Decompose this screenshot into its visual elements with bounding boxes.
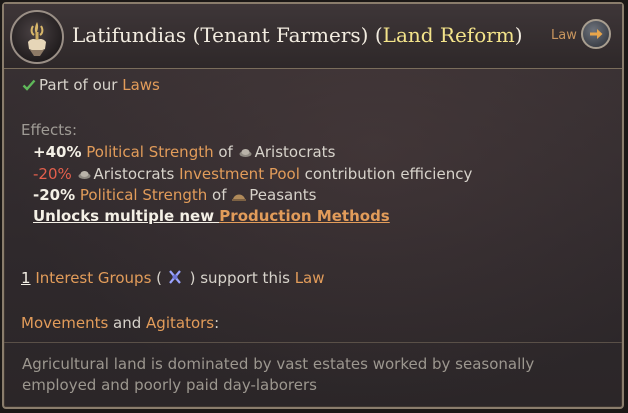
section-divider bbox=[4, 342, 622, 343]
political-strength-link[interactable]: Political Strength bbox=[80, 186, 207, 204]
law-link[interactable]: Law bbox=[295, 269, 325, 287]
support-close: ) support this bbox=[189, 269, 295, 287]
production-methods-link[interactable]: Production Methods bbox=[219, 207, 389, 225]
effect-value: -20% bbox=[33, 186, 76, 204]
effect-text: contribution efficiency bbox=[299, 165, 473, 183]
investment-pool-link[interactable]: Investment Pool bbox=[179, 165, 300, 183]
unlocks-line: Unlocks multiple new Production Methods bbox=[33, 207, 390, 225]
effect-value: -20% bbox=[33, 165, 72, 183]
tooltip-header: Latifundias (Tenant Farmers) (Land Refor… bbox=[4, 4, 622, 69]
support-count: 1 bbox=[21, 269, 31, 287]
arrow-right-icon bbox=[590, 29, 603, 39]
law-status-line: Part of our Laws bbox=[21, 76, 160, 96]
support-open: ( bbox=[151, 269, 163, 287]
effect-text: of bbox=[207, 186, 232, 204]
unlocks-prefix: Unlocks multiple new bbox=[33, 207, 220, 225]
rural-folk-icon[interactable] bbox=[168, 269, 182, 289]
effect-item: -20% Aristocrats Investment Pool contrib… bbox=[33, 165, 472, 185]
movements-line: Movements and Agitators: bbox=[21, 314, 219, 332]
hand-wheat-icon bbox=[10, 10, 64, 64]
peasants-label: Peasants bbox=[249, 186, 317, 204]
aristocrats-label: Aristocrats bbox=[254, 143, 336, 161]
peasants-icon bbox=[232, 188, 247, 206]
law-title: Latifundias (Tenant Farmers) (Land Refor… bbox=[72, 23, 523, 47]
aristocrats-icon bbox=[239, 145, 252, 163]
checkmark-icon bbox=[22, 78, 36, 96]
interest-group-support-line: 1 Interest Groups ( ) support this Law bbox=[21, 269, 325, 289]
interest-groups-link[interactable]: Interest Groups bbox=[35, 269, 151, 287]
effect-text: of bbox=[213, 143, 238, 161]
movements-link[interactable]: Movements bbox=[21, 314, 108, 332]
aristocrats-label: Aristocrats bbox=[93, 165, 175, 183]
aristocrats-icon bbox=[78, 167, 91, 185]
effects-heading: Effects: bbox=[21, 121, 78, 139]
movements-and: and bbox=[108, 314, 147, 332]
law-title-main: Latifundias (Tenant Farmers) ( bbox=[72, 23, 383, 47]
open-law-button[interactable] bbox=[581, 19, 611, 49]
status-prefix: Part of our bbox=[39, 76, 123, 94]
effect-value: +40% bbox=[33, 143, 82, 161]
effect-item: +40% Political Strength of Aristocrats bbox=[33, 143, 335, 163]
law-category-label: Law bbox=[551, 28, 577, 43]
movements-colon: : bbox=[214, 314, 220, 332]
law-title-close: ) bbox=[514, 23, 523, 47]
law-description: Agricultural land is dominated by vast e… bbox=[22, 355, 535, 394]
law-tooltip-panel: Latifundias (Tenant Farmers) (Land Refor… bbox=[2, 2, 624, 409]
effect-item: -20% Political Strength of Peasants bbox=[33, 186, 316, 206]
political-strength-link[interactable]: Political Strength bbox=[86, 143, 213, 161]
laws-link[interactable]: Laws bbox=[122, 76, 160, 94]
law-group-link[interactable]: Land Reform bbox=[383, 23, 515, 47]
agitators-link[interactable]: Agitators bbox=[146, 314, 214, 332]
